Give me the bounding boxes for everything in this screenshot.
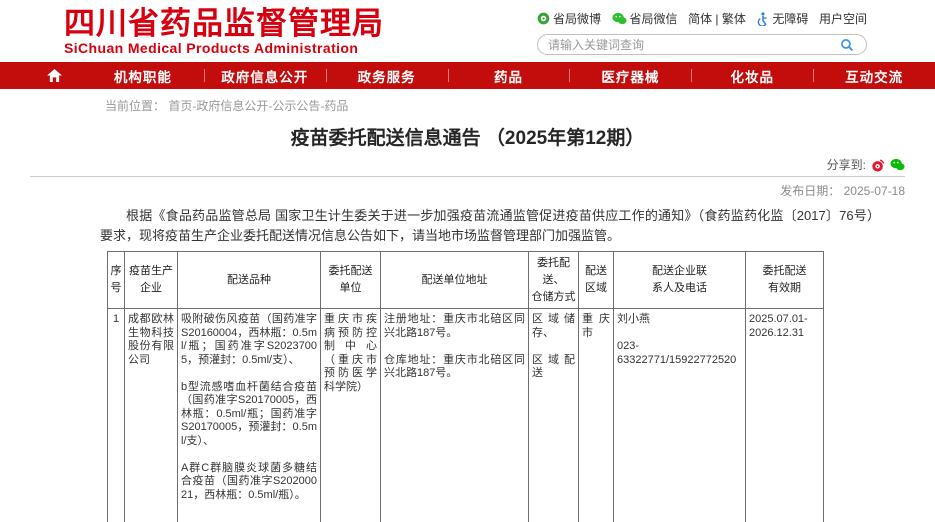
site-logo-subtitle: SiChuan Medical Products Administration <box>64 40 384 56</box>
cell-region: 重庆市 <box>579 309 614 522</box>
cell-contact: 刘小燕 023- 63322771/15922772520 <box>614 309 746 522</box>
share-wechat-icon[interactable] <box>890 158 905 171</box>
share-label: 分享到: <box>827 156 866 173</box>
nav-item-drugs[interactable]: 药品 <box>448 62 570 89</box>
search-input[interactable] <box>548 36 828 53</box>
home-icon <box>47 69 62 82</box>
col-header-region: 配送 区域 <box>579 252 614 309</box>
quick-links: 省局微博 省局微信 简体 | 繁体 无障碍 用户空间 <box>537 10 867 27</box>
nav-item-services[interactable]: 政务服务 <box>326 62 448 89</box>
breadcrumb: 当前位置： 首页-政府信息公开-公示公告-药品 <box>0 89 935 115</box>
user-space-link[interactable]: 用户空间 <box>819 10 867 27</box>
nav-item-devices[interactable]: 医疗器械 <box>569 62 691 89</box>
cell-distributor: 重庆市疾病预防控制中心（重庆市预防医学科学院） <box>321 309 381 522</box>
share-weibo-icon[interactable] <box>871 158 885 172</box>
share-row: 分享到: <box>0 157 935 172</box>
wechat-link[interactable]: 省局微信 <box>612 10 678 27</box>
table-row: 1 成都欧林生物科技股份有限公司 吸附破伤风疫苗（国药准字S20160004，西… <box>108 309 824 522</box>
page-title: 疫苗委托配送信息通告 （2025年第12期） <box>0 127 935 151</box>
publish-date: 发布日期： 2025-07-18 <box>0 182 935 197</box>
col-header-seq: 序 号 <box>108 252 125 309</box>
col-header-storage-mode: 委托配 送、 仓储方式 <box>529 252 579 309</box>
vaccine-distribution-table: 序 号 疫苗生产 企业 配送品种 委托配送 单位 配送单位地址 委托配 送、 仓… <box>107 251 824 522</box>
cell-manufacturer: 成都欧林生物科技股份有限公司 <box>125 309 178 522</box>
nav-item-gov-info[interactable]: 政府信息公开 <box>204 62 326 89</box>
col-header-manufacturer: 疫苗生产 企业 <box>125 252 178 309</box>
nav-item-interaction[interactable]: 互动交流 <box>813 62 935 89</box>
cell-storage-mode: 区域储存、 区域配送 <box>529 309 579 522</box>
cell-address: 注册地址：重庆市北碚区同兴北路187号。 仓库地址：重庆市北碚区同兴北路187号… <box>381 309 529 522</box>
wechat-icon <box>612 12 627 25</box>
header-right: 省局微博 省局微信 简体 | 繁体 无障碍 用户空间 <box>537 10 867 55</box>
wechat-link-label: 省局微信 <box>630 10 678 27</box>
table-header-row: 序 号 疫苗生产 企业 配送品种 委托配送 单位 配送单位地址 委托配 送、 仓… <box>108 252 824 309</box>
cell-products: 吸附破伤风疫苗（国药准字S20160004，西林瓶：0.5ml/瓶；国药准字S2… <box>178 309 321 522</box>
user-space-link-label: 用户空间 <box>819 10 867 27</box>
lang-toggle[interactable]: 简体 | 繁体 <box>688 10 746 27</box>
cell-seq: 1 <box>108 309 125 522</box>
cell-validity: 2025.07.01- 2026.12.31 <box>746 309 824 522</box>
accessibility-link-label: 无障碍 <box>772 10 808 27</box>
accessibility-icon <box>756 12 769 26</box>
home-button[interactable] <box>26 62 82 89</box>
main-nav: 机构职能 政府信息公开 政务服务 药品 医疗器械 化妆品 互动交流 <box>0 62 935 89</box>
nav-item-functions[interactable]: 机构职能 <box>82 62 204 89</box>
search-box <box>537 34 867 55</box>
title-divider <box>30 176 905 177</box>
article-body: 根据《食品药品监管总局 国家卫生计生委关于进一步加强疫苗流通监管促进疫苗供应工作… <box>100 206 880 522</box>
breadcrumb-path[interactable]: 首页-政府信息公开-公示公告-药品 <box>168 99 348 113</box>
publish-date-label: 发布日期： <box>780 184 840 198</box>
nav-item-cosmetics[interactable]: 化妆品 <box>691 62 813 89</box>
publish-date-value: 2025-07-18 <box>844 184 905 198</box>
col-header-products: 配送品种 <box>178 252 321 309</box>
site-logo[interactable]: 四川省药品监督管理局 SiChuan Medical Products Admi… <box>64 7 384 56</box>
breadcrumb-label: 当前位置： <box>105 99 165 113</box>
site-logo-title: 四川省药品监督管理局 <box>64 7 384 40</box>
col-header-address: 配送单位地址 <box>381 252 529 309</box>
col-header-distributor: 委托配送 单位 <box>321 252 381 309</box>
notice-paragraph: 根据《食品药品监管总局 国家卫生计生委关于进一步加强疫苗流通监管促进疫苗供应工作… <box>100 206 880 246</box>
lang-toggle-label: 简体 | 繁体 <box>688 10 746 27</box>
col-header-validity: 委托配送 有效期 <box>746 252 824 309</box>
accessibility-link[interactable]: 无障碍 <box>756 10 808 27</box>
weibo-link-label: 省局微博 <box>553 10 601 27</box>
weibo-link[interactable]: 省局微博 <box>537 10 601 27</box>
weibo-icon <box>537 12 550 25</box>
site-header: 四川省药品监督管理局 SiChuan Medical Products Admi… <box>0 0 935 62</box>
search-icon[interactable] <box>840 38 854 52</box>
col-header-contact: 配送企业联 系人及电话 <box>614 252 746 309</box>
